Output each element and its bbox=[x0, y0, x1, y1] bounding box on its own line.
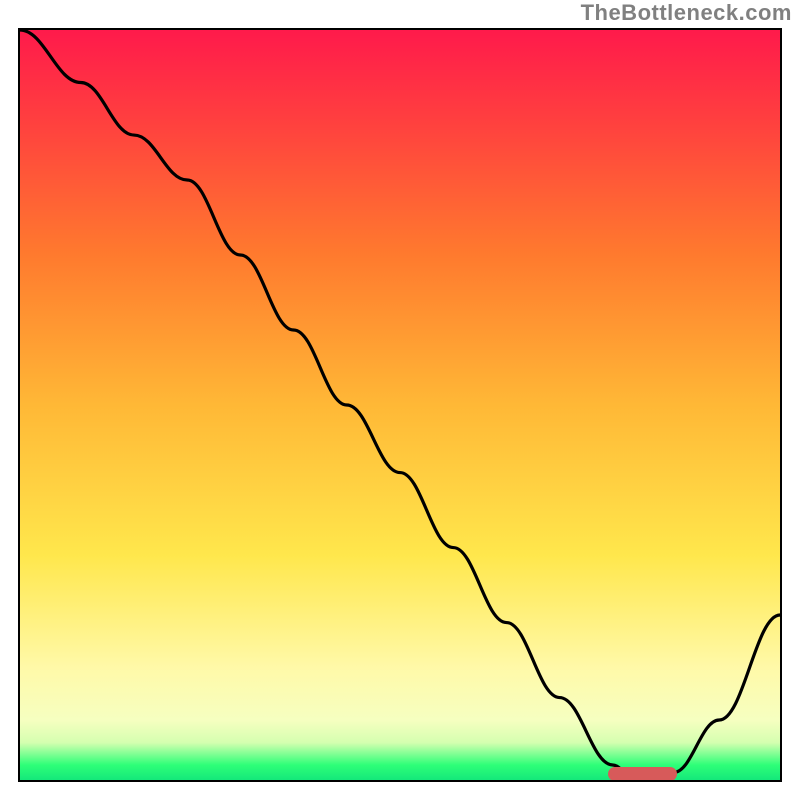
chart-container: TheBottleneck.com bbox=[0, 0, 800, 800]
watermark-text: TheBottleneck.com bbox=[581, 0, 792, 26]
curve-path bbox=[20, 30, 780, 773]
plot-area bbox=[18, 28, 782, 782]
line-curve bbox=[20, 30, 780, 780]
optimum-marker bbox=[608, 767, 677, 781]
